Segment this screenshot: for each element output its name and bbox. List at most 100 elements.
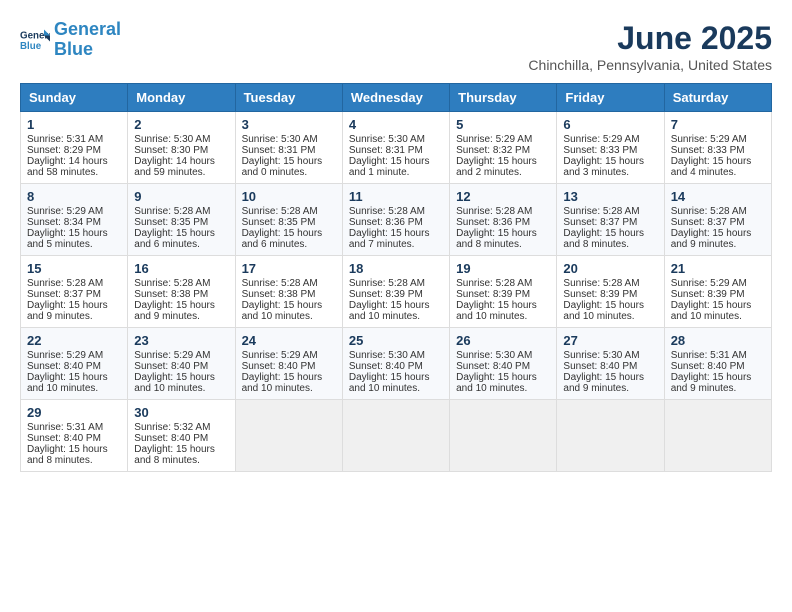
daylight-text: Daylight: 15 hours and 8 minutes.	[134, 444, 215, 466]
sunrise-text: Sunrise: 5:30 AM	[563, 350, 639, 361]
sunset-text: Sunset: 8:40 PM	[349, 361, 423, 372]
calendar-cell: 2 Sunrise: 5:30 AM Sunset: 8:30 PM Dayli…	[128, 112, 235, 184]
calendar-cell: 19 Sunrise: 5:28 AM Sunset: 8:39 PM Dayl…	[450, 256, 557, 328]
sunrise-text: Sunrise: 5:28 AM	[456, 206, 532, 217]
sunset-text: Sunset: 8:40 PM	[27, 361, 101, 372]
daylight-text: Daylight: 15 hours and 9 minutes.	[134, 300, 215, 322]
calendar-cell: 15 Sunrise: 5:28 AM Sunset: 8:37 PM Dayl…	[21, 256, 128, 328]
sunrise-text: Sunrise: 5:29 AM	[671, 134, 747, 145]
logo-text-line1: General	[54, 20, 121, 40]
sunset-text: Sunset: 8:35 PM	[134, 217, 208, 228]
sunset-text: Sunset: 8:32 PM	[456, 145, 530, 156]
column-header-wednesday: Wednesday	[342, 84, 449, 112]
page-header: General Blue General Blue June 2025 Chin…	[20, 20, 772, 73]
daylight-text: Daylight: 15 hours and 7 minutes.	[349, 228, 430, 250]
sunrise-text: Sunrise: 5:30 AM	[456, 350, 532, 361]
calendar-cell: 28 Sunrise: 5:31 AM Sunset: 8:40 PM Dayl…	[664, 328, 771, 400]
day-number: 13	[563, 189, 657, 204]
calendar-cell: 1 Sunrise: 5:31 AM Sunset: 8:29 PM Dayli…	[21, 112, 128, 184]
sunrise-text: Sunrise: 5:29 AM	[27, 350, 103, 361]
daylight-text: Daylight: 14 hours and 58 minutes.	[27, 156, 108, 178]
sunset-text: Sunset: 8:34 PM	[27, 217, 101, 228]
sunset-text: Sunset: 8:30 PM	[134, 145, 208, 156]
day-number: 6	[563, 117, 657, 132]
calendar-cell: 11 Sunrise: 5:28 AM Sunset: 8:36 PM Dayl…	[342, 184, 449, 256]
sunrise-text: Sunrise: 5:29 AM	[456, 134, 532, 145]
daylight-text: Daylight: 15 hours and 8 minutes.	[563, 228, 644, 250]
svg-text:Blue: Blue	[20, 41, 42, 52]
sunrise-text: Sunrise: 5:29 AM	[671, 278, 747, 289]
daylight-text: Daylight: 15 hours and 10 minutes.	[242, 372, 323, 394]
sunset-text: Sunset: 8:40 PM	[134, 433, 208, 444]
calendar-cell: 13 Sunrise: 5:28 AM Sunset: 8:37 PM Dayl…	[557, 184, 664, 256]
daylight-text: Daylight: 15 hours and 10 minutes.	[242, 300, 323, 322]
calendar-cell	[342, 400, 449, 472]
calendar-cell: 8 Sunrise: 5:29 AM Sunset: 8:34 PM Dayli…	[21, 184, 128, 256]
sunset-text: Sunset: 8:37 PM	[671, 217, 745, 228]
sunset-text: Sunset: 8:37 PM	[27, 289, 101, 300]
day-number: 10	[242, 189, 336, 204]
sunrise-text: Sunrise: 5:29 AM	[563, 134, 639, 145]
calendar-cell: 30 Sunrise: 5:32 AM Sunset: 8:40 PM Dayl…	[128, 400, 235, 472]
title-block: June 2025 Chinchilla, Pennsylvania, Unit…	[528, 20, 772, 73]
sunrise-text: Sunrise: 5:32 AM	[134, 422, 210, 433]
daylight-text: Daylight: 14 hours and 59 minutes.	[134, 156, 215, 178]
daylight-text: Daylight: 15 hours and 9 minutes.	[671, 228, 752, 250]
daylight-text: Daylight: 15 hours and 2 minutes.	[456, 156, 537, 178]
sunrise-text: Sunrise: 5:28 AM	[563, 278, 639, 289]
day-number: 22	[27, 333, 121, 348]
day-number: 21	[671, 261, 765, 276]
calendar-cell: 7 Sunrise: 5:29 AM Sunset: 8:33 PM Dayli…	[664, 112, 771, 184]
calendar-cell: 3 Sunrise: 5:30 AM Sunset: 8:31 PM Dayli…	[235, 112, 342, 184]
daylight-text: Daylight: 15 hours and 10 minutes.	[456, 300, 537, 322]
sunset-text: Sunset: 8:39 PM	[456, 289, 530, 300]
column-header-friday: Friday	[557, 84, 664, 112]
sunrise-text: Sunrise: 5:31 AM	[27, 134, 103, 145]
calendar-cell: 21 Sunrise: 5:29 AM Sunset: 8:39 PM Dayl…	[664, 256, 771, 328]
sunset-text: Sunset: 8:39 PM	[671, 289, 745, 300]
calendar-week-row: 29 Sunrise: 5:31 AM Sunset: 8:40 PM Dayl…	[21, 400, 772, 472]
calendar-cell	[557, 400, 664, 472]
day-number: 19	[456, 261, 550, 276]
daylight-text: Daylight: 15 hours and 10 minutes.	[671, 300, 752, 322]
calendar-cell: 29 Sunrise: 5:31 AM Sunset: 8:40 PM Dayl…	[21, 400, 128, 472]
sunrise-text: Sunrise: 5:31 AM	[27, 422, 103, 433]
sunset-text: Sunset: 8:40 PM	[563, 361, 637, 372]
day-number: 14	[671, 189, 765, 204]
calendar-week-row: 22 Sunrise: 5:29 AM Sunset: 8:40 PM Dayl…	[21, 328, 772, 400]
daylight-text: Daylight: 15 hours and 4 minutes.	[671, 156, 752, 178]
sunrise-text: Sunrise: 5:28 AM	[349, 278, 425, 289]
calendar-week-row: 8 Sunrise: 5:29 AM Sunset: 8:34 PM Dayli…	[21, 184, 772, 256]
logo: General Blue General Blue	[20, 20, 121, 60]
sunset-text: Sunset: 8:38 PM	[242, 289, 316, 300]
sunrise-text: Sunrise: 5:28 AM	[27, 278, 103, 289]
calendar-table: SundayMondayTuesdayWednesdayThursdayFrid…	[20, 83, 772, 472]
sunrise-text: Sunrise: 5:30 AM	[349, 134, 425, 145]
sunset-text: Sunset: 8:40 PM	[671, 361, 745, 372]
day-number: 30	[134, 405, 228, 420]
day-number: 29	[27, 405, 121, 420]
day-number: 24	[242, 333, 336, 348]
day-number: 2	[134, 117, 228, 132]
calendar-week-row: 15 Sunrise: 5:28 AM Sunset: 8:37 PM Dayl…	[21, 256, 772, 328]
sunrise-text: Sunrise: 5:28 AM	[349, 206, 425, 217]
sunrise-text: Sunrise: 5:28 AM	[242, 206, 318, 217]
calendar-header-row: SundayMondayTuesdayWednesdayThursdayFrid…	[21, 84, 772, 112]
sunset-text: Sunset: 8:31 PM	[349, 145, 423, 156]
sunset-text: Sunset: 8:39 PM	[563, 289, 637, 300]
daylight-text: Daylight: 15 hours and 10 minutes.	[456, 372, 537, 394]
calendar-cell: 6 Sunrise: 5:29 AM Sunset: 8:33 PM Dayli…	[557, 112, 664, 184]
daylight-text: Daylight: 15 hours and 10 minutes.	[27, 372, 108, 394]
day-number: 4	[349, 117, 443, 132]
day-number: 16	[134, 261, 228, 276]
day-number: 11	[349, 189, 443, 204]
sunset-text: Sunset: 8:33 PM	[563, 145, 637, 156]
sunset-text: Sunset: 8:36 PM	[349, 217, 423, 228]
calendar-cell: 22 Sunrise: 5:29 AM Sunset: 8:40 PM Dayl…	[21, 328, 128, 400]
calendar-cell: 5 Sunrise: 5:29 AM Sunset: 8:32 PM Dayli…	[450, 112, 557, 184]
day-number: 12	[456, 189, 550, 204]
day-number: 3	[242, 117, 336, 132]
sunrise-text: Sunrise: 5:29 AM	[242, 350, 318, 361]
day-number: 25	[349, 333, 443, 348]
sunrise-text: Sunrise: 5:31 AM	[671, 350, 747, 361]
